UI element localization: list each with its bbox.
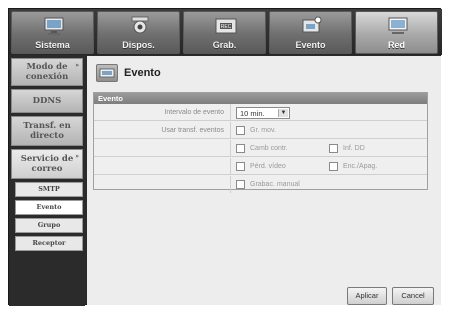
monitor-icon: [44, 17, 64, 35]
panel-header: Evento: [94, 93, 427, 104]
event-icon: [302, 16, 322, 33]
event-settings-panel: Evento Intervalo de evento 10 min. ▼ Usa…: [93, 92, 428, 193]
interval-select[interactable]: 10 min. ▼: [236, 107, 290, 119]
main-content: Evento Evento Intervalo de evento 10 min…: [87, 56, 441, 305]
camera-icon: [131, 16, 149, 34]
tab-grab-label: Grab.: [212, 40, 237, 50]
gr-mov-label: Gr. mov.: [250, 127, 276, 134]
tab-sistema-label: Sistema: [35, 40, 70, 50]
column-divider: [230, 158, 231, 175]
column-divider: [230, 140, 231, 157]
tab-dispos[interactable]: Dispos.: [97, 11, 180, 54]
inf-dd-checkbox[interactable]: [329, 144, 338, 153]
perd-video-checkbox[interactable]: [236, 162, 245, 171]
sidebar-item-label: Modo de conexión: [25, 62, 69, 82]
network-icon: [388, 17, 408, 34]
sidebar-item-modo-conexion[interactable]: Modo de conexión »: [11, 58, 83, 86]
options-row-1: Camb contr. Inf. DD: [94, 140, 427, 157]
rec-icon: REC: [215, 18, 237, 34]
sidebar-item-ddns[interactable]: DDNS: [11, 89, 83, 113]
chevron-down-icon[interactable]: ▼: [278, 109, 288, 117]
sidebar-item-label: DDNS: [32, 96, 62, 106]
perd-video-label: Pérd. vídeo: [250, 163, 286, 170]
tab-red[interactable]: Red: [355, 11, 438, 54]
interval-value: 10 min.: [240, 109, 265, 118]
sidebar-item-servicio-correo[interactable]: Servicio de correo »: [11, 149, 83, 179]
submenu-arrow-icon: »: [75, 62, 79, 69]
sidebar-sub-grupo[interactable]: Grupo: [15, 218, 83, 233]
sidebar: Modo de conexión » DDNS Transf. en direc…: [9, 56, 85, 306]
tab-dispos-label: Dispos.: [122, 40, 155, 50]
enc-apag-checkbox[interactable]: [329, 162, 338, 171]
tab-evento[interactable]: Evento: [269, 11, 352, 54]
submenu-arrow-icon: »: [75, 153, 79, 160]
camb-contr-checkbox[interactable]: [236, 144, 245, 153]
tab-evento-label: Evento: [295, 40, 326, 50]
grabac-manual-checkbox[interactable]: [236, 180, 245, 189]
enc-apag-label: Enc./Apag.: [343, 163, 378, 170]
inf-dd-label: Inf. DD: [343, 145, 365, 152]
options-row-3: Grabac. manual: [94, 176, 427, 193]
svg-text:REC: REC: [221, 24, 232, 30]
column-divider: [230, 104, 231, 121]
camb-contr-label: Camb contr.: [250, 145, 288, 152]
use-transfer-label: Usar transf. eventos: [161, 127, 224, 134]
tab-red-label: Red: [387, 40, 405, 50]
page-title: Evento: [124, 67, 161, 79]
column-divider: [230, 176, 231, 193]
tab-sistema[interactable]: Sistema: [11, 11, 94, 54]
interval-label: Intervalo de evento: [164, 109, 224, 116]
grabac-manual-label: Grabac. manual: [250, 181, 300, 188]
apply-button[interactable]: Aplicar: [347, 287, 387, 305]
dvr-window: Sistema Dispos. REC Grab. Evento Red Mod…: [8, 8, 442, 306]
sidebar-sub-evento[interactable]: Evento: [15, 200, 83, 215]
column-divider: [230, 122, 231, 139]
sidebar-item-label: Servicio de correo: [20, 154, 74, 174]
use-transfer-row: Usar transf. eventos Gr. mov.: [94, 122, 427, 139]
options-row-2: Pérd. vídeo Enc./Apag.: [94, 158, 427, 175]
cancel-button[interactable]: Cancel: [392, 287, 434, 305]
sidebar-sub-receptor[interactable]: Receptor: [15, 236, 83, 251]
interval-row: Intervalo de evento 10 min. ▼: [94, 104, 427, 121]
sidebar-item-label: Transf. en directo: [23, 121, 71, 141]
event-page-icon: [96, 64, 118, 82]
gr-mov-checkbox[interactable]: [236, 126, 245, 135]
tab-grab[interactable]: REC Grab.: [183, 11, 266, 54]
top-menu-bar: Sistema Dispos. REC Grab. Evento Red: [9, 9, 442, 55]
sidebar-item-transf-directo[interactable]: Transf. en directo: [11, 116, 83, 146]
sidebar-sub-smtp[interactable]: SMTP: [15, 182, 83, 197]
